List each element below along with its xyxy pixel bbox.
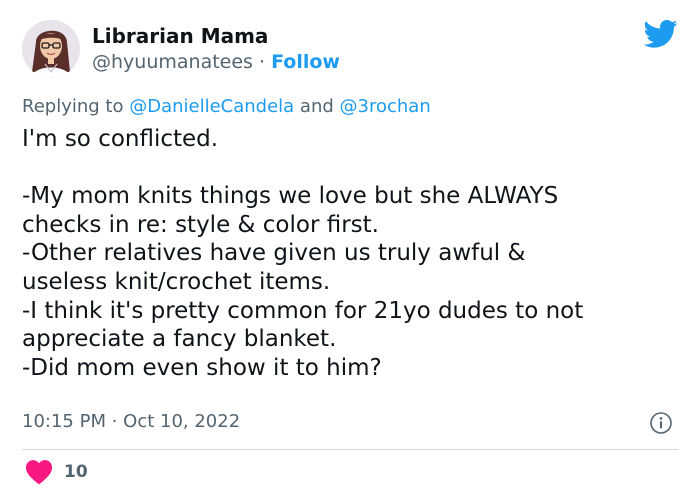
tweet-timestamp[interactable]: 10:15 PM · Oct 10, 2022: [22, 410, 240, 434]
mention-link-1[interactable]: @DanielleCandela: [129, 96, 294, 117]
like-count: 10: [64, 462, 88, 482]
heart-icon[interactable]: [25, 459, 53, 485]
author-display-name[interactable]: Librarian Mama: [92, 24, 268, 48]
twitter-bird-icon[interactable]: [644, 19, 678, 49]
author-handle-row: @hyuumanatees · Follow: [92, 50, 340, 74]
avatar-illustration: [22, 20, 80, 78]
mention-link-2[interactable]: @3rochan: [340, 96, 431, 117]
author-handle[interactable]: @hyuumanatees: [92, 51, 253, 73]
tweet-card: Librarian Mama @hyuumanatees · Follow Re…: [0, 0, 700, 502]
reply-prefix: Replying to: [22, 96, 130, 117]
tweet-body: I'm so conflicted. -My mom knits things …: [22, 126, 584, 381]
avatar[interactable]: [22, 20, 80, 78]
info-icon[interactable]: [649, 411, 673, 435]
handle-separator: ·: [252, 51, 272, 73]
reply-joiner: and: [294, 96, 340, 117]
reply-context: Replying to @DanielleCandela and @3rocha…: [22, 95, 431, 119]
follow-button[interactable]: Follow: [271, 51, 340, 73]
divider: [22, 449, 678, 450]
